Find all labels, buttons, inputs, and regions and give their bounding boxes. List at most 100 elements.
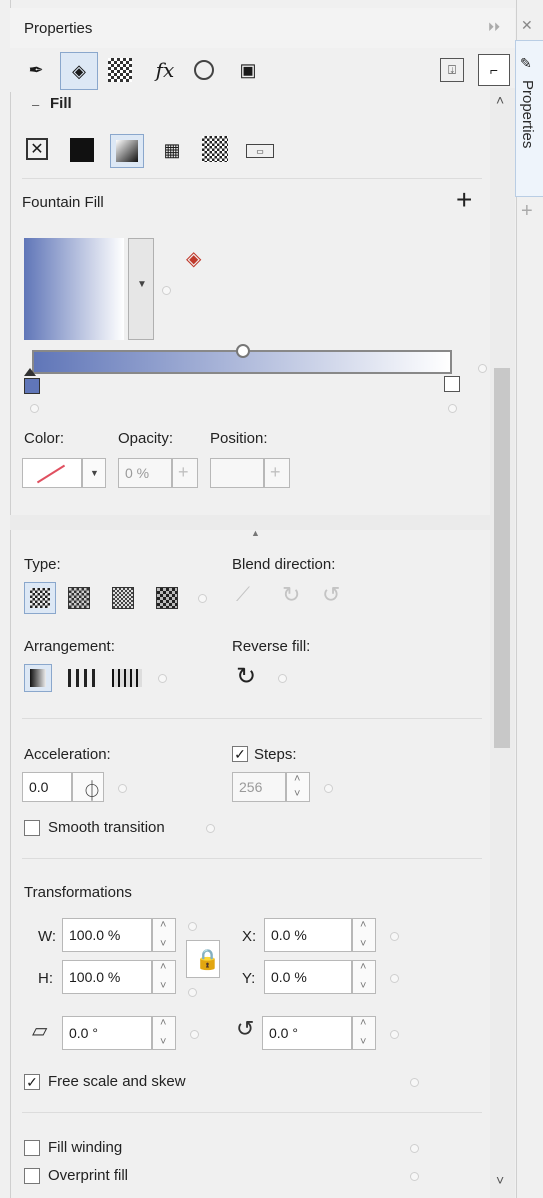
opacity-value: 0 % (125, 465, 150, 481)
position-field[interactable] (210, 458, 264, 488)
reverse-fill-label: Reverse fill: (232, 638, 311, 655)
repeat-arrangement-icon[interactable] (112, 668, 142, 688)
height-value: 100.0 % (69, 969, 121, 985)
panel-title-bar: Properties ⏵⏵ (10, 8, 515, 49)
skew-field[interactable]: 0.0 ° (62, 1016, 152, 1050)
width-spinner[interactable] (152, 918, 176, 952)
y-value: 0.0 % (271, 969, 307, 985)
blend-direction-label: Blend direction: (232, 556, 336, 573)
steps-label: Steps: (254, 746, 297, 763)
fountain-fill-icon[interactable] (110, 134, 144, 168)
slider-icon: ⏀ (82, 781, 102, 803)
collapse-fill-icon[interactable]: – (32, 97, 39, 112)
texture-fill-icon[interactable]: ▭ (246, 144, 274, 158)
height-field[interactable]: 100.0 % (62, 960, 152, 994)
reverse-fill-icon[interactable]: ↻ (236, 662, 256, 691)
x-field[interactable]: 0.0 % (264, 918, 352, 952)
add-preset-icon[interactable]: + (456, 184, 472, 216)
scroll-up-icon[interactable]: ˄ (496, 92, 504, 108)
overprint-fill-checkbox[interactable] (24, 1168, 40, 1184)
gradient-preview (24, 238, 124, 340)
transparency-icon[interactable] (108, 58, 132, 82)
skew-spinner[interactable] (152, 1016, 176, 1050)
end-color-node[interactable] (444, 376, 460, 392)
pin-dot (206, 824, 215, 833)
opacity-field[interactable]: 0 % (118, 458, 172, 488)
properties-tab-icon: ✎ (520, 55, 532, 71)
pin-dot (448, 404, 457, 413)
node-color-swatch[interactable] (22, 458, 82, 488)
vector-pattern-icon[interactable]: ▦ (160, 138, 184, 162)
collapse-up-icon[interactable]: ▲ (251, 528, 260, 538)
panel-options-icon[interactable]: ⌐ (478, 54, 510, 86)
pin-dot (324, 784, 333, 793)
bitmap-pattern-icon[interactable] (202, 136, 228, 162)
scroll-down-icon[interactable]: ˅ (496, 1172, 504, 1188)
pin-dot (390, 974, 399, 983)
height-spinner[interactable] (152, 960, 176, 994)
blend-line-icon: ⟋ (236, 584, 250, 606)
fill-winding-label: Fill winding (48, 1139, 123, 1156)
x-spinner[interactable] (352, 918, 376, 952)
pin-dot (188, 988, 197, 997)
fill-bucket-icon[interactable]: ◈ (60, 52, 98, 90)
mirror-arrangement-icon[interactable] (68, 668, 98, 688)
position-stepper[interactable]: + (264, 458, 290, 488)
color-dropdown[interactable]: ▼ (82, 458, 106, 488)
pin-dot (410, 1078, 419, 1087)
circle-shape-icon[interactable] (192, 58, 216, 82)
close-icon[interactable]: ✕ (521, 17, 533, 34)
scrollbar-thumb[interactable] (494, 368, 510, 748)
steps-field[interactable]: 256 (232, 772, 286, 802)
collapse-strip (10, 515, 490, 530)
fill-winding-checkbox[interactable] (24, 1140, 40, 1156)
opacity-stepper[interactable]: + (172, 458, 198, 488)
width-value: 100.0 % (69, 927, 121, 943)
pin-dot (478, 364, 487, 373)
rotation-field[interactable]: 0.0 ° (262, 1016, 352, 1050)
x-label: X: (242, 928, 257, 945)
transformations-title: Transformations (24, 884, 132, 901)
start-color-node[interactable] (24, 378, 40, 394)
free-scale-checkbox[interactable]: ✓ (24, 1074, 40, 1090)
conical-fountain-icon[interactable] (112, 587, 134, 609)
rectangular-fountain-icon[interactable] (156, 587, 178, 609)
pin-icon[interactable]: ⏵⏵ (488, 20, 500, 35)
default-arrangement-icon[interactable] (24, 664, 52, 692)
elliptical-fountain-icon[interactable] (68, 587, 90, 609)
preset-dropdown[interactable]: ▼ (128, 238, 154, 340)
export-icon[interactable]: ⍗ (440, 58, 464, 82)
y-spinner[interactable] (352, 960, 376, 994)
divider (22, 858, 482, 859)
color-label: Color: (24, 430, 65, 447)
uniform-fill-icon[interactable] (70, 138, 94, 162)
acceleration-slider-button[interactable]: ⏀ (72, 772, 104, 803)
pin-dot (190, 1030, 199, 1039)
steps-checkbox[interactable]: ✓ (232, 746, 248, 762)
type-label: Type: (24, 556, 61, 573)
add-tab-icon[interactable]: + (521, 200, 533, 223)
steps-spinner[interactable] (286, 772, 310, 802)
counterclockwise-blend-icon: ↺ (322, 582, 341, 607)
pin-dot (188, 922, 197, 931)
effects-icon[interactable]: fx (150, 56, 180, 84)
steps-value: 256 (239, 779, 263, 795)
image-icon[interactable]: ▣ (236, 58, 260, 82)
width-field[interactable]: 100.0 % (62, 918, 152, 952)
rotate-icon: ↺ (236, 1016, 255, 1041)
lock-ratio-button[interactable]: 🔒 (186, 940, 220, 978)
pin-dot (278, 674, 287, 683)
linear-fountain-icon[interactable] (24, 582, 56, 614)
smooth-transition-checkbox[interactable] (24, 820, 40, 836)
acceleration-field[interactable]: 0.0 (22, 772, 72, 802)
no-fill-icon[interactable]: ✕ (26, 138, 48, 160)
rotation-spinner[interactable] (352, 1016, 376, 1050)
pin-dot (198, 594, 207, 603)
fill-color-picker-icon[interactable]: ◈ (186, 246, 201, 271)
midpoint-handle[interactable] (236, 344, 250, 358)
outline-pen-icon[interactable]: ✒ (24, 58, 48, 82)
panel-title: Properties (24, 20, 93, 37)
chevron-down-icon: ▼ (90, 468, 99, 478)
x-value: 0.0 % (271, 927, 307, 943)
y-field[interactable]: 0.0 % (264, 960, 352, 994)
